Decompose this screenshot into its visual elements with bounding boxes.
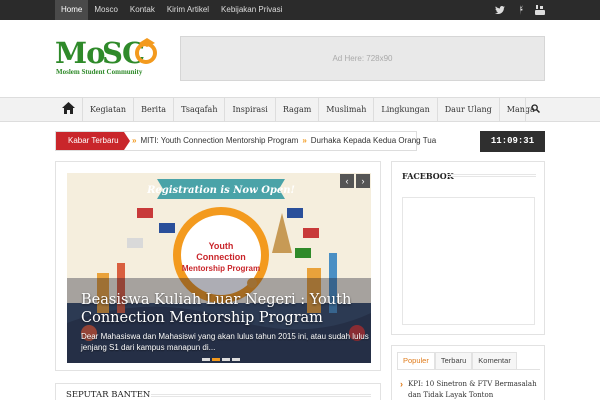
section-divider xyxy=(151,394,371,397)
slider-pagination xyxy=(202,358,240,361)
list-item[interactable]: › KPI: 10 Sinetron & FTV Bermasalah dan … xyxy=(400,379,538,400)
top-nav: Home Mosco Kontak Kirim Artikel Kebijaka… xyxy=(55,0,288,20)
top-bar: Home Mosco Kontak Kirim Artikel Kebijaka… xyxy=(0,0,600,20)
facebook-embed[interactable] xyxy=(402,197,535,325)
slider-dot[interactable] xyxy=(202,358,210,361)
chevron-right-icon: » xyxy=(132,136,137,145)
ticker-item[interactable]: MITI: Youth Connection Mentorship Progra… xyxy=(140,132,298,150)
site-header: Mo SC Moslem Student Community Ad Here: … xyxy=(0,20,600,97)
section-seputar-banten: SEPUTAR BANTEN xyxy=(55,383,381,400)
chevron-right-icon: » xyxy=(302,136,307,145)
tab-terbaru[interactable]: Terbaru xyxy=(434,352,473,370)
nav-inspirasi[interactable]: Inspirasi xyxy=(225,98,276,121)
tabbed-widget: Populer Terbaru Komentar › KPI: 10 Sinet… xyxy=(391,345,545,400)
widget-tabs: Populer Terbaru Komentar xyxy=(397,352,517,370)
list-item-title[interactable]: KPI: 10 Sinetron & FTV Bermasalah dan Ti… xyxy=(408,379,538,400)
slider-dot[interactable] xyxy=(232,358,240,361)
social-links xyxy=(495,0,545,20)
slider-next-button[interactable]: › xyxy=(356,174,370,188)
ticker-label: Kabar Terbaru xyxy=(56,132,130,150)
slider-arrows: ‹ › xyxy=(340,174,370,188)
news-ticker: Kabar Terbaru » MITI: Youth Connection M… xyxy=(55,131,436,151)
site-logo[interactable]: Mo SC Moslem Student Community xyxy=(55,35,160,87)
ticker-item[interactable]: Durhaka Kepada Kedua Orang Tua xyxy=(311,132,436,150)
ticker-items: » MITI: Youth Connection Mentorship Prog… xyxy=(132,132,436,150)
topnav-kirim-artikel[interactable]: Kirim Artikel xyxy=(161,0,215,20)
facebook-icon[interactable] xyxy=(515,5,525,15)
svg-text:Connection: Connection xyxy=(196,252,246,262)
chevron-right-icon: › xyxy=(400,379,403,389)
slider-prev-button[interactable]: ‹ xyxy=(340,174,354,188)
tab-divider xyxy=(397,369,540,370)
svg-text:Registration is Now Open!: Registration is Now Open! xyxy=(146,185,295,196)
facebook-widget: FACEBOOK xyxy=(391,161,545,335)
youtube-icon[interactable] xyxy=(535,5,545,15)
topnav-kebijakan-privasi[interactable]: Kebijakan Privasi xyxy=(215,0,288,20)
svg-text:Mentorship Program: Mentorship Program xyxy=(182,264,260,273)
svg-text:Youth: Youth xyxy=(209,241,234,251)
nav-lingkungan[interactable]: Lingkungan xyxy=(374,98,438,121)
slide-title[interactable]: Beasiswa Kuliah Luar Negeri : Youth Conn… xyxy=(81,291,361,327)
logo-subtitle: Moslem Student Community xyxy=(56,68,143,76)
featured-slider: Registration is Now Open! Youth Connecti… xyxy=(55,161,381,371)
widget-divider xyxy=(446,174,536,177)
nav-berita[interactable]: Berita xyxy=(134,98,175,121)
tab-populer[interactable]: Populer xyxy=(397,352,435,370)
topnav-kontak[interactable]: Kontak xyxy=(124,0,161,20)
nav-ragam[interactable]: Ragam xyxy=(276,98,320,121)
clock: 11:09:31 xyxy=(480,131,545,152)
home-icon xyxy=(62,102,75,117)
section-title: SEPUTAR BANTEN xyxy=(66,390,151,400)
home-button[interactable] xyxy=(55,98,83,121)
ad-banner[interactable]: Ad Here: 728x90 xyxy=(180,36,545,81)
slide-image[interactable]: Registration is Now Open! Youth Connecti… xyxy=(67,173,371,363)
nav-kegiatan[interactable]: Kegiatan xyxy=(83,98,135,121)
twitter-icon[interactable] xyxy=(495,5,505,15)
search-icon xyxy=(531,103,541,116)
search-button[interactable] xyxy=(525,98,545,121)
nav-tsaqafah[interactable]: Tsaqafah xyxy=(174,98,226,121)
main-nav: Kegiatan Berita Tsaqafah Inspirasi Ragam… xyxy=(0,97,600,122)
topnav-mosco[interactable]: Mosco xyxy=(88,0,124,20)
tab-komentar[interactable]: Komentar xyxy=(472,352,517,370)
slide-excerpt: Dear Mahasiswa dan Mahasiswi yang akan l… xyxy=(81,332,369,352)
nav-muslimah[interactable]: Muslimah xyxy=(319,98,375,121)
slider-dot[interactable] xyxy=(222,358,230,361)
nav-daur-ulang[interactable]: Daur Ulang xyxy=(438,98,500,121)
topnav-home[interactable]: Home xyxy=(55,0,89,20)
slider-dot-active[interactable] xyxy=(212,358,220,361)
svg-text:Mo: Mo xyxy=(55,36,105,69)
